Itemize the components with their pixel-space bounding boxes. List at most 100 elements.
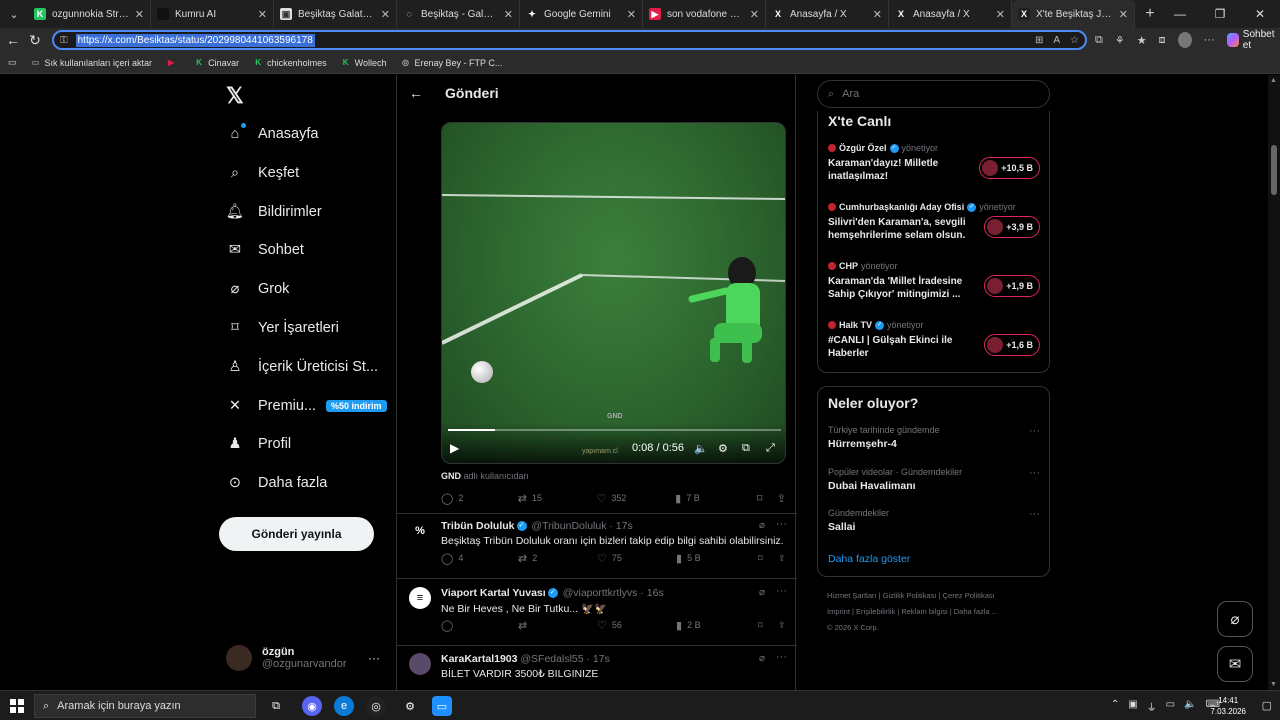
task-view-icon[interactable]: ⧉	[266, 696, 286, 716]
refresh-icon[interactable]: ↻	[24, 32, 46, 49]
grok-fab[interactable]: ⌀	[1217, 601, 1253, 637]
scroll-up-icon[interactable]: ▲	[1270, 77, 1277, 84]
nav-item-grok[interactable]: ⌀ Grok	[226, 274, 290, 304]
footer-link[interactable]: Reklam bilgisi	[901, 607, 947, 616]
share-button[interactable]: ⇪	[777, 492, 786, 505]
more-icon[interactable]: ···	[776, 585, 787, 597]
bookmark-item[interactable]: K Wollech	[341, 58, 387, 68]
collections-icon[interactable]: ⧈	[1159, 34, 1166, 47]
nav-item-more-circle[interactable]: ⊙ Daha fazla	[226, 468, 327, 498]
tab-close-icon[interactable]: ✕	[135, 8, 144, 21]
reply-author-name[interactable]: Tribün Doluluk	[441, 520, 515, 532]
tab-close-icon[interactable]: ✕	[873, 8, 882, 21]
account-switcher[interactable]: özgün @ozgunarvandor ···	[226, 645, 386, 671]
reply-handle[interactable]: @TribunDoluluk · 17s	[531, 520, 632, 532]
discord-icon[interactable]: ◉	[302, 696, 322, 716]
settings-more-icon[interactable]: ···	[1204, 34, 1215, 46]
bookmark-item[interactable]: Kchickenholmes	[253, 58, 326, 68]
network-icon[interactable]: ▭	[1166, 699, 1175, 714]
more-icon[interactable]: ···	[1029, 467, 1040, 479]
tab-close-icon[interactable]: ✕	[1119, 8, 1128, 21]
footer-link[interactable]: Imprint	[827, 607, 850, 616]
grok-post-icon[interactable]: ⌀	[759, 587, 765, 598]
listener-count-pill[interactable]: +1,9 B	[984, 275, 1040, 297]
favorites-icon[interactable]: ★	[1137, 34, 1147, 47]
messages-fab[interactable]: ✉	[1217, 646, 1253, 682]
reply-handle[interactable]: @viaporttkrtlyvs · 16s	[563, 587, 664, 599]
browser-tab[interactable]: ✦ Google Gemini ✕	[520, 0, 643, 28]
repost-button[interactable]: ⇄ 2	[518, 552, 597, 565]
page-scrollbar[interactable]: ▲ ▼	[1268, 75, 1280, 690]
trend-item[interactable]: Türkiye tarihinde gündemde Hürremşehr-4 ··…	[828, 425, 1040, 450]
app-available-icon[interactable]: ⊞	[1035, 35, 1043, 46]
repost-button[interactable]: ⇄	[518, 619, 597, 632]
nav-item-bell[interactable]: 🔔︎ Bildirimler	[226, 197, 322, 227]
search-box[interactable]: ⌕ Ara	[817, 80, 1050, 108]
more-icon[interactable]: ···	[368, 651, 380, 665]
share-button[interactable]: ⇪	[778, 620, 786, 631]
live-broadcast-item[interactable]: Cumhurbaşkanlığı Aday Ofisi ✓ yönetiyor Sil…	[828, 202, 1040, 242]
footer-link[interactable]: Erişilebilirlik	[856, 607, 895, 616]
minimize-icon[interactable]: —	[1160, 0, 1200, 28]
app-window-icon[interactable]: ▭	[432, 696, 452, 716]
live-broadcast-item[interactable]: Halk TV ✓ yönetiyor #CANLI | Gülşah Ekinci …	[828, 320, 1040, 360]
taskbar-search[interactable]: ⌕ Aramak için buraya yazın	[34, 694, 256, 718]
reply-handle[interactable]: @SFedalsl55 · 17s	[520, 653, 609, 665]
post-button[interactable]: Gönderi yayınla	[219, 517, 374, 551]
repost-button[interactable]: ⇄ 15	[518, 492, 597, 505]
footer-link[interactable]: Çerez Politikası	[943, 591, 995, 600]
tab-close-icon[interactable]: ✕	[504, 8, 513, 21]
like-button[interactable]: ♡ 75	[597, 552, 676, 565]
back-icon[interactable]: ←	[2, 32, 24, 48]
footer-link[interactable]: Hizmet Şartları	[827, 591, 877, 600]
trend-item[interactable]: Popüler videolar · Gündemdekiler Dubai Ha…	[828, 467, 1040, 492]
like-button[interactable]: ♡ 352	[596, 492, 675, 505]
edge-icon[interactable]: e	[334, 696, 354, 716]
avatar[interactable]	[409, 653, 431, 675]
read-aloud-icon[interactable]: A	[1053, 35, 1060, 46]
windows-start-icon[interactable]	[10, 699, 24, 713]
avatar[interactable]: %	[409, 520, 431, 542]
x-logo-icon[interactable]: 𝕏	[226, 83, 244, 109]
picture-in-picture-icon[interactable]: ⧉	[742, 442, 750, 455]
bookmark-item[interactable]: ▭ Sık kullanılanları içeri aktar	[31, 58, 152, 68]
show-more-link[interactable]: Daha fazla göster	[828, 553, 910, 565]
reply-author-name[interactable]: Viaport Kartal Yuvası	[441, 587, 546, 599]
bookmark-button[interactable]: ⌑	[758, 553, 778, 564]
scrollbar-thumb[interactable]	[1271, 145, 1277, 195]
nav-item-mail[interactable]: ✉ Sohbet	[226, 235, 304, 265]
notifications-icon[interactable]: ▢	[1262, 699, 1272, 712]
browser-tab[interactable]: Kozgunnokia Stream - W ✕	[28, 0, 151, 28]
tab-close-icon[interactable]: ✕	[627, 8, 636, 21]
video-progress-bar[interactable]	[448, 429, 781, 431]
browser-tab[interactable]: ▣ Beşiktaş Galatasaray Ma ✕	[274, 0, 397, 28]
attribution-name[interactable]: GND	[441, 471, 461, 481]
views-button[interactable]: ▮ 7 B	[675, 492, 757, 505]
split-screen-icon[interactable]: ⧉	[1095, 34, 1103, 47]
settings-app-icon[interactable]: ⚙	[400, 696, 420, 716]
bookmark-button[interactable]: ⌑	[757, 492, 777, 505]
more-icon[interactable]: ···	[776, 518, 787, 530]
volume-icon[interactable]: 🔈	[1184, 699, 1196, 714]
reply-author-name[interactable]: KaraKartal1903	[441, 653, 517, 665]
nav-item-search[interactable]: ⌕ Keşfet	[226, 158, 299, 188]
browser-profile-avatar[interactable]	[1177, 32, 1192, 48]
more-icon[interactable]: ···	[1029, 508, 1040, 520]
nav-item-person[interactable]: ♟ Profil	[226, 429, 292, 459]
taskbar-clock[interactable]: 14:41 7.03.2026	[1210, 695, 1246, 717]
nav-item-x[interactable]: ✕ Premiu... %50 indirim	[226, 391, 387, 421]
nav-item-home[interactable]: ⌂ Anasayfa	[226, 119, 318, 149]
listener-count-pill[interactable]: +1,6 B	[984, 334, 1040, 356]
bookmark-item[interactable]: ◎ Erenay Bey - FTP C...	[400, 58, 502, 68]
extensions-icon[interactable]: ⚘	[1115, 34, 1125, 47]
browser-tab[interactable]: X Anasayfa / X ✕	[889, 0, 1012, 28]
avatar[interactable]: ≡	[409, 587, 431, 609]
views-button[interactable]: ▮ 2 B	[676, 619, 758, 632]
reading-list-icon[interactable]: ▭	[8, 57, 17, 68]
reply-button[interactable]: ◯ 2	[441, 492, 518, 505]
video-player[interactable]: GND ▶ yapımam.cl 0:08 / 0:56 🔈 ⚙ ⧉ ⤢	[441, 122, 786, 464]
tab-close-icon[interactable]: ✕	[258, 8, 267, 21]
chrome-app-icon[interactable]: ◎	[366, 696, 386, 716]
listener-count-pill[interactable]: +3,9 B	[984, 216, 1040, 238]
reply-button[interactable]: ◯ 4	[441, 552, 518, 565]
